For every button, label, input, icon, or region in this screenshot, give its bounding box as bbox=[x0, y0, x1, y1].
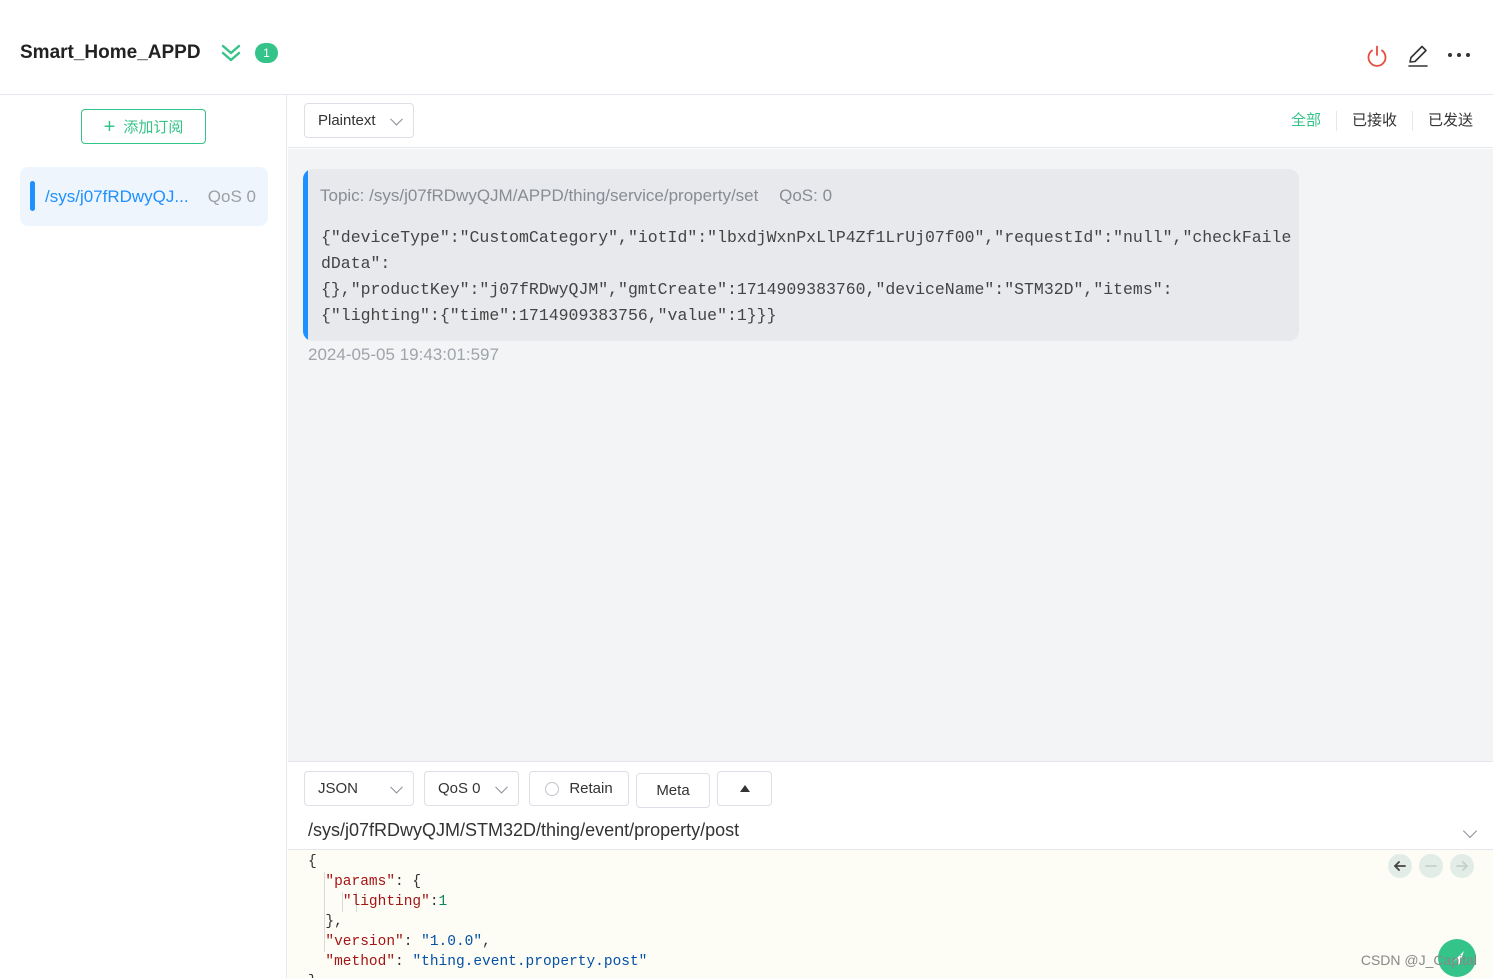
chevron-down-icon[interactable] bbox=[1462, 823, 1478, 839]
edit-icon[interactable] bbox=[1405, 43, 1431, 69]
double-chevron-down-icon[interactable] bbox=[220, 42, 242, 64]
subscription-topic: /sys/j07fRDwyQJ... bbox=[45, 187, 189, 206]
publish-qos-value: QoS 0 bbox=[438, 780, 481, 797]
connection-name: Smart_Home_APPD bbox=[20, 42, 201, 63]
meta-button[interactable]: Meta bbox=[636, 773, 710, 808]
code-line: } bbox=[308, 972, 647, 978]
history-forward-button[interactable] bbox=[1450, 854, 1474, 878]
message-panel: Plaintext 全部 已接收 已发送 Topic: /sys/j07fRDw… bbox=[288, 95, 1493, 978]
history-back-button[interactable] bbox=[1388, 854, 1412, 878]
subscription-qos: QoS 0 bbox=[207, 187, 256, 206]
payload-format-value: Plaintext bbox=[318, 112, 376, 129]
retain-label: Retain bbox=[569, 780, 613, 797]
filter-all-tab[interactable]: 全部 bbox=[1276, 111, 1336, 131]
message-timestamp: 2024-05-05 19:43:01:597 bbox=[308, 345, 499, 364]
code-line: "params": { bbox=[325, 874, 422, 890]
publish-panel: JSON QoS 0 Retain Meta /sys/j07fRDwyQJM/… bbox=[288, 761, 1493, 978]
message-topic-line: Topic: /sys/j07fRDwyQJM/APPD/thing/servi… bbox=[320, 186, 832, 206]
history-clear-button[interactable] bbox=[1419, 854, 1443, 878]
message-list[interactable]: Topic: /sys/j07fRDwyQJM/APPD/thing/servi… bbox=[288, 149, 1493, 761]
code-line: "method": "thing.event.property.post" bbox=[325, 954, 648, 970]
code-line: "version": "1.0.0", bbox=[325, 934, 491, 950]
minus-icon bbox=[1425, 865, 1437, 867]
add-subscription-button[interactable]: + 添加订阅 bbox=[81, 109, 206, 144]
filter-sent-tab[interactable]: 已发送 bbox=[1411, 111, 1473, 131]
unread-count-badge: 1 bbox=[255, 43, 278, 63]
message-qos: QoS: 0 bbox=[779, 186, 833, 205]
publish-qos-select[interactable]: QoS 0 bbox=[424, 771, 519, 806]
connection-header: Smart_Home_APPD 1 bbox=[0, 0, 1493, 95]
watermark: CSDN @J_Capital bbox=[1360, 952, 1477, 968]
chevron-down-icon bbox=[390, 112, 403, 126]
plus-icon: + bbox=[103, 115, 116, 138]
meta-label: Meta bbox=[656, 782, 690, 799]
collapse-editor-button[interactable] bbox=[717, 771, 772, 806]
payload-format-select[interactable]: Plaintext bbox=[304, 103, 414, 138]
subscription-color-bar bbox=[30, 181, 35, 211]
message-accent-bar bbox=[303, 169, 308, 341]
message-filter-tabs: 全部 已接收 已发送 bbox=[1276, 111, 1473, 131]
received-message[interactable]: Topic: /sys/j07fRDwyQJM/APPD/thing/servi… bbox=[303, 169, 1299, 341]
more-options-icon[interactable] bbox=[1446, 43, 1472, 69]
message-toolbar: Plaintext 全部 已接收 已发送 bbox=[288, 95, 1493, 148]
add-subscription-label: 添加订阅 bbox=[123, 119, 184, 136]
power-icon[interactable] bbox=[1364, 43, 1390, 69]
code-line: { bbox=[308, 854, 317, 870]
chevron-down-icon bbox=[495, 780, 508, 794]
retain-radio bbox=[545, 781, 560, 796]
arrow-right-icon bbox=[1456, 861, 1468, 871]
message-payload: {"deviceType":"CustomCategory","iotId":"… bbox=[321, 228, 1292, 325]
arrow-left-icon bbox=[1394, 861, 1406, 871]
code-line: }, bbox=[308, 914, 343, 930]
chevron-down-icon bbox=[390, 780, 403, 794]
subscription-item[interactable]: /sys/j07fRDwyQJ... QoS 0 bbox=[20, 167, 268, 226]
publish-format-value: JSON bbox=[318, 780, 359, 797]
filter-received-tab[interactable]: 已接收 bbox=[1335, 111, 1412, 131]
publish-topic-input[interactable]: /sys/j07fRDwyQJM/STM32D/thing/event/prop… bbox=[308, 820, 739, 841]
caret-up-icon bbox=[739, 785, 750, 792]
message-topic: Topic: /sys/j07fRDwyQJM/APPD/thing/servi… bbox=[320, 186, 759, 205]
payload-editor[interactable]: { "params": { "lighting":1 }, "version":… bbox=[288, 849, 1493, 978]
code-line: "lighting":1 bbox=[342, 894, 448, 910]
retain-toggle[interactable]: Retain bbox=[529, 771, 629, 806]
subscriptions-sidebar: + 添加订阅 /sys/j07fRDwyQJ... QoS 0 bbox=[0, 95, 287, 978]
publish-format-select[interactable]: JSON bbox=[304, 771, 414, 806]
payload-code: { "params": { "lighting":1 }, "version":… bbox=[308, 852, 647, 978]
